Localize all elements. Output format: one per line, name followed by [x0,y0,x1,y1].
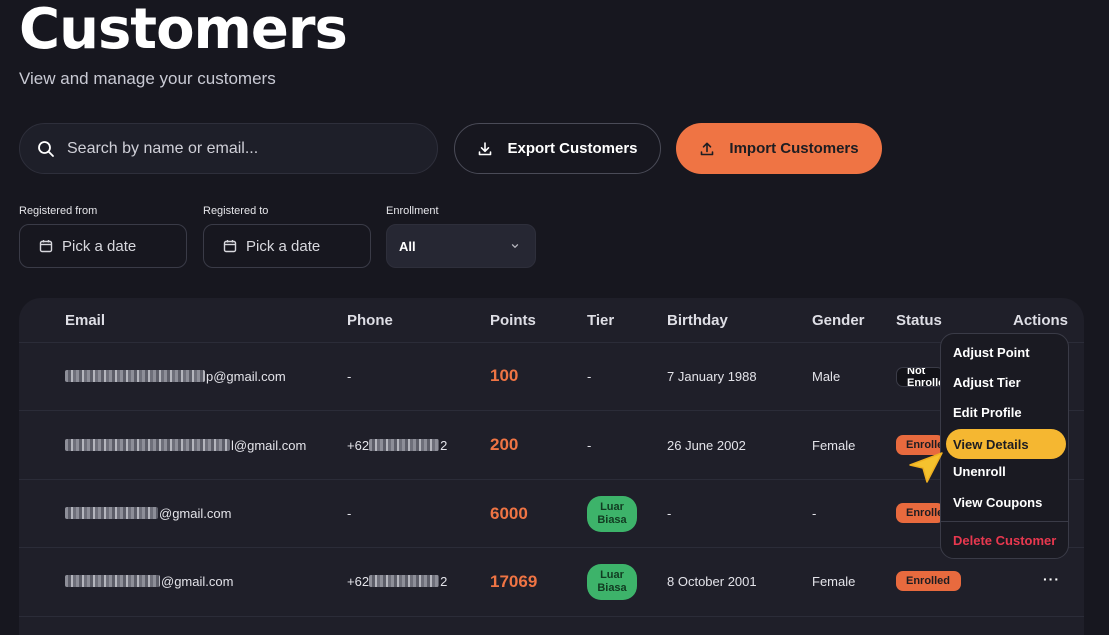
date-placeholder: Pick a date [62,237,137,255]
enrollment-label: Enrollment [386,205,439,217]
phone-cell: - [347,369,352,384]
registered-from-date-picker[interactable]: Pick a date [19,224,187,268]
menu-item-unenroll[interactable]: Unenroll [953,464,1006,479]
menu-item-view-details[interactable]: View Details [946,429,1066,459]
enrollment-selected-value: All [399,238,416,254]
export-button-label: Export Customers [507,140,638,157]
menu-item-view-coupons[interactable]: View Coupons [953,495,1042,510]
birthday-cell: 7 January 1988 [667,369,757,384]
status-badge: Not Enrolled [896,367,944,387]
pointer-cursor-icon [909,452,943,483]
redacted-text [65,575,160,587]
gender-cell: - [812,506,817,521]
gender-cell: Male [812,369,841,384]
chevron-down-icon [511,244,519,248]
registered-to-label: Registered to [203,205,269,217]
gender-cell: Female [812,574,856,589]
status-badge: Enrolled [896,503,944,523]
email-cell: @gmail.com [65,574,233,589]
points-cell: 6000 [490,504,528,523]
enrollment-select[interactable]: All [386,224,536,268]
row-actions-button[interactable]: ··· [1043,571,1060,587]
column-header-email[interactable]: Email [65,312,105,329]
import-customers-button[interactable]: Import Customers [676,123,882,174]
tier-badge: Luar Biasa [587,496,637,532]
birthday-cell: 26 June 2002 [667,438,746,453]
birthday-cell: 8 October 2001 [667,574,757,589]
page-title: Customers [19,0,348,62]
registered-from-label: Registered from [19,205,98,217]
page-subtitle: View and manage your customers [19,69,276,88]
menu-item-adjust-point[interactable]: Adjust Point [953,345,1030,360]
menu-item-edit-profile[interactable]: Edit Profile [953,405,1022,420]
registered-to-date-picker[interactable]: Pick a date [203,224,371,268]
search-icon [38,140,54,157]
date-placeholder: Pick a date [246,237,321,255]
calendar-icon [223,240,237,253]
import-button-label: Import Customers [729,140,859,157]
gender-cell: Female [812,438,856,453]
row-divider [19,547,1084,548]
birthday-cell: - [667,506,672,521]
phone-cell: +62 2 [347,574,448,589]
upload-icon [701,142,714,155]
column-header-birthday[interactable]: Birthday [667,312,728,329]
email-cell: l@gmail.com [65,438,306,453]
tier-cell: - [587,369,592,384]
calendar-icon [39,240,53,253]
column-header-actions: Actions [1013,312,1069,329]
points-cell: 100 [490,366,519,385]
search-input[interactable] [67,139,387,158]
row-actions-menu: Adjust Point Adjust Tier Edit Profile Vi… [940,333,1069,559]
download-icon [479,141,492,155]
menu-item-adjust-tier[interactable]: Adjust Tier [953,375,1021,390]
email-cell: @gmail.com [65,506,231,521]
column-header-phone[interactable]: Phone [347,312,393,329]
export-customers-button[interactable]: Export Customers [454,123,661,174]
menu-item-delete-customer[interactable]: Delete Customer [953,533,1056,548]
row-divider [19,410,1084,411]
redacted-text [65,507,158,519]
points-cell: 200 [490,435,519,454]
row-divider [19,616,1084,617]
column-header-tier[interactable]: Tier [587,312,614,329]
phone-cell: - [347,506,352,521]
tier-cell: - [587,438,592,453]
status-badge: Enrolled [896,571,961,591]
redacted-text [65,439,230,451]
row-divider [19,342,1084,343]
redacted-text [369,575,440,587]
points-cell: 17069 [490,572,538,591]
search-box[interactable] [19,123,438,174]
column-header-status[interactable]: Status [896,312,942,329]
column-header-gender[interactable]: Gender [812,312,865,329]
phone-cell: +62 2 [347,438,448,453]
redacted-text [369,439,440,451]
redacted-text [65,370,205,382]
email-cell: p@gmail.com [65,369,286,384]
column-header-points[interactable]: Points [490,312,536,329]
tier-badge: Luar Biasa [587,564,637,600]
menu-divider [941,521,1068,522]
